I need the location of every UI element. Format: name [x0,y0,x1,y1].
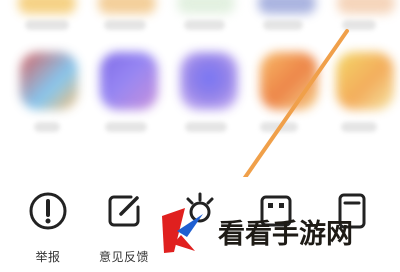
blurred-app-label-5 [342,20,376,30]
blurred-app-label-4 [263,20,303,30]
report-action[interactable]: 举报 [12,187,84,272]
blurred-app-top-1 [18,0,76,14]
blurred-app-icon-4 [260,52,318,110]
blurred-app-icon-2 [100,52,158,110]
report-label: 举报 [35,250,61,264]
blurred-app-label-6 [34,122,60,132]
blurred-app-icon-3 [180,52,238,110]
blurred-app-label-8 [185,122,227,132]
blurred-app-label-2 [104,20,146,30]
site-watermark: 看看手游网 [156,204,386,258]
blurred-app-label-3 [184,20,225,30]
blurred-app-icon-1 [20,52,78,110]
blurred-app-top-2 [98,0,156,14]
alert-circle-icon [29,192,67,230]
blurred-app-label-10 [341,122,377,132]
blurred-app-top-5 [337,0,395,14]
blurred-app-label-7 [105,122,147,132]
feedback-label: 意见反馈 [98,250,149,264]
watermark-text: 看看手游网 [218,218,353,250]
feedback-action[interactable]: 意见反馈 [88,187,160,272]
blurred-app-top-3 [177,0,235,14]
blurred-app-icon-5 [336,52,394,110]
edit-icon [108,195,140,227]
blurred-app-grid [0,0,400,165]
blurred-app-label-9 [260,122,298,132]
watermark-logo [162,208,203,253]
blurred-app-top-4 [258,0,316,14]
blurred-app-label-1 [25,20,69,30]
shared-screen: 举报 意见反馈 看看手游网 [0,0,400,272]
